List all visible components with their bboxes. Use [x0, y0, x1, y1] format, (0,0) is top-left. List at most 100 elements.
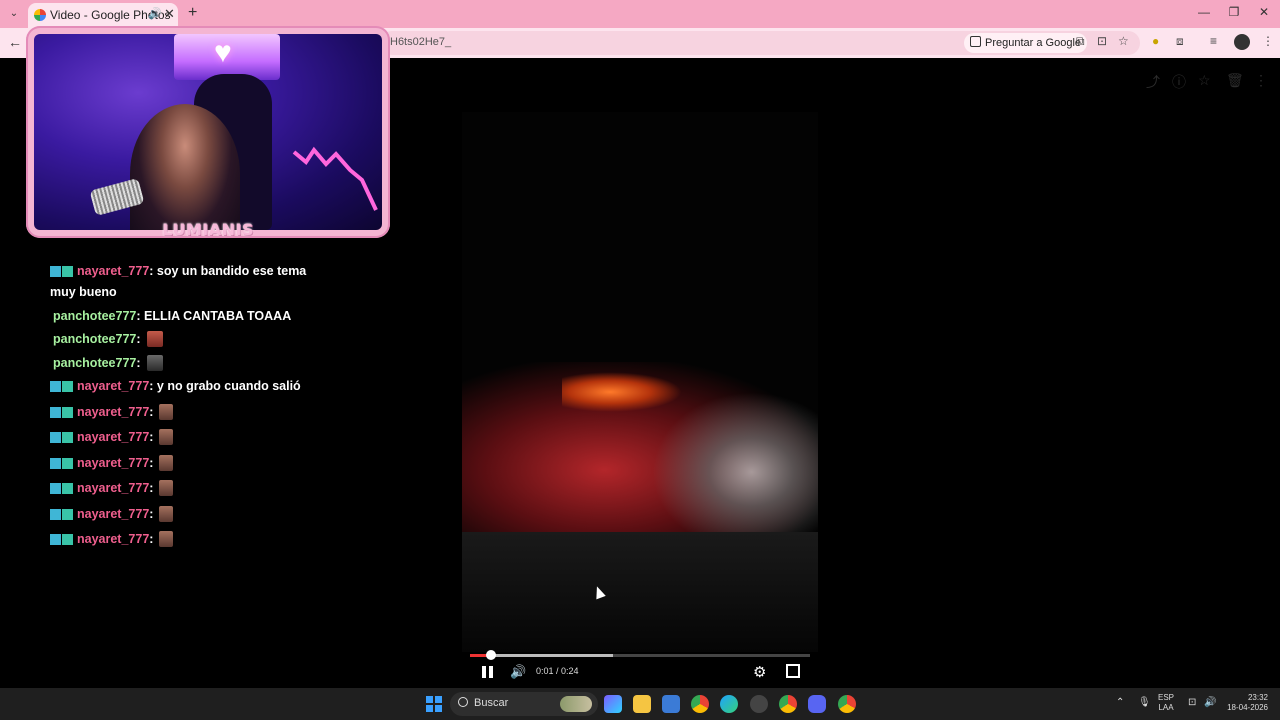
edge-icon[interactable]: [720, 695, 738, 713]
badge-icon: [50, 432, 61, 443]
copilot-app-icon[interactable]: [604, 695, 622, 713]
speaker-icon[interactable]: 🔊: [1204, 697, 1216, 708]
chat-message: nayaret_777: soy un bandido ese tema muy…: [50, 262, 310, 302]
progress-bar[interactable]: [470, 654, 810, 657]
menu-icon[interactable]: ⋮: [1262, 34, 1274, 48]
microphone-icon[interactable]: 🎙: [1138, 697, 1151, 708]
streamer-logo: LUMIANIS: [162, 220, 254, 239]
badge-icon: [62, 483, 73, 494]
delete-icon[interactable]: 🗑: [1226, 72, 1244, 89]
favorite-icon[interactable]: ☆: [1198, 72, 1211, 89]
translate-icon[interactable]: ⧉: [1076, 34, 1085, 49]
tab-strip: ⌄ Video - Google Photos 🔊 ✕ + — ❐ ✕: [0, 0, 1280, 28]
restore-button[interactable]: ❐: [1224, 5, 1244, 19]
photos-favicon: [34, 9, 46, 21]
chat-text: :: [149, 430, 154, 444]
address-bar[interactable]: H6ts02He7_ Preguntar a Google: [380, 31, 1140, 55]
back-button[interactable]: ←: [8, 34, 22, 50]
more-icon[interactable]: ⋮: [1254, 72, 1268, 89]
chat-text: :: [136, 332, 141, 346]
chat-text: :: [149, 481, 154, 495]
chat-text: :: [136, 355, 141, 370]
close-window-button[interactable]: ✕: [1254, 5, 1274, 19]
badge-icon: [50, 457, 61, 469]
webcam-overlay: ♥ LUMIANIS: [26, 26, 390, 239]
chrome-active-icon[interactable]: [838, 695, 856, 713]
tab-list-icon[interactable]: ⌄: [6, 6, 22, 22]
share-icon[interactable]: ⤴: [1146, 72, 1160, 92]
chat-username[interactable]: panchotee777: [53, 309, 136, 323]
chat-message: panchotee777:: [50, 354, 310, 373]
profile-avatar[interactable]: [1234, 34, 1250, 50]
stage-smoke: [652, 392, 818, 552]
progress-thumb[interactable]: [486, 650, 496, 660]
obs-icon[interactable]: [750, 695, 768, 713]
star-icon[interactable]: ☆: [1118, 34, 1129, 48]
chat-username[interactable]: nayaret_777: [77, 532, 149, 546]
tab-video-google-photos[interactable]: Video - Google Photos 🔊 ✕: [28, 3, 178, 28]
badge-icon: [62, 381, 73, 392]
ask-google-label: Preguntar a Google: [985, 37, 1082, 49]
chat-emote: [159, 403, 174, 420]
new-tab-button[interactable]: +: [188, 4, 197, 22]
badge-icon: [62, 432, 73, 443]
chat-username[interactable]: panchotee777: [53, 332, 136, 346]
keyboard-layout: LAA: [1158, 703, 1174, 712]
chat-username[interactable]: nayaret_777: [77, 379, 149, 393]
chat-panel: nayaret_777: soy un bandido ese tema muy…: [50, 262, 310, 556]
chat-username[interactable]: nayaret_777: [77, 481, 149, 495]
badge-icon: [50, 406, 61, 418]
store-icon[interactable]: [662, 695, 680, 713]
puzzle-icon[interactable]: ⧈: [1176, 34, 1184, 49]
chrome-profile-icon[interactable]: [779, 695, 797, 713]
badge-icon: [62, 534, 73, 545]
chat-username[interactable]: panchotee777: [53, 356, 136, 370]
chat-username[interactable]: nayaret_777: [77, 405, 149, 419]
language-indicator[interactable]: ESP LAA: [1158, 693, 1174, 713]
file-explorer-icon[interactable]: [633, 695, 651, 713]
chat-message: panchotee777: ELLIA CANTABA TOAAA: [50, 307, 310, 326]
tab-close-button[interactable]: ✕: [164, 6, 175, 22]
webcam-video: ♥: [34, 34, 382, 230]
chat-username[interactable]: nayaret_777: [77, 456, 149, 470]
badge-icon: [62, 457, 73, 469]
volume-icon[interactable]: 🔊: [510, 664, 526, 680]
badge-icon: [50, 508, 61, 520]
taskbar-search[interactable]: Buscar: [450, 692, 598, 716]
minimize-button[interactable]: —: [1194, 5, 1214, 19]
chat-username[interactable]: nayaret_777: [77, 264, 149, 278]
settings-icon[interactable]: ⚙: [753, 663, 766, 681]
media-icon[interactable]: ≡: [1210, 34, 1217, 48]
url-text: H6ts02He7_: [390, 36, 452, 48]
chat-emote: [146, 331, 163, 347]
chat-message: panchotee777:: [50, 330, 310, 349]
heart-icon: ♥: [214, 36, 232, 69]
ask-google-button[interactable]: Preguntar a Google: [964, 33, 1088, 53]
badge-icon: [62, 508, 73, 520]
chat-badges: [50, 481, 74, 500]
chat-username[interactable]: nayaret_777: [77, 430, 149, 444]
discord-icon[interactable]: [808, 695, 826, 713]
badge-icon: [62, 406, 73, 418]
video-frame[interactable]: [462, 112, 818, 652]
chat-message: nayaret_777:: [50, 403, 310, 424]
chat-badges: [50, 264, 74, 283]
audio-icon[interactable]: 🔊: [148, 7, 162, 20]
chat-text: :: [149, 404, 154, 419]
chevron-up-icon[interactable]: ⌃: [1116, 697, 1124, 708]
neon-light: [292, 146, 378, 211]
chat-username[interactable]: nayaret_777: [77, 507, 149, 521]
chat-text: : y no grabo cuando salió: [149, 379, 301, 393]
fullscreen-icon[interactable]: [786, 664, 800, 678]
extension-icon[interactable]: ●: [1152, 34, 1159, 48]
chat-emote: [159, 454, 174, 471]
info-icon[interactable]: ⓘ: [1172, 72, 1186, 92]
pause-icon[interactable]: [480, 664, 494, 680]
chat-emote: [146, 354, 163, 371]
chrome-icon[interactable]: [691, 695, 709, 713]
chat-text: :: [149, 455, 154, 470]
clock[interactable]: 23:32 18-04-2026: [1222, 693, 1268, 713]
windows-start-icon[interactable]: [426, 696, 442, 712]
network-icon[interactable]: ⊡: [1188, 697, 1196, 708]
install-icon[interactable]: ⊡: [1097, 34, 1107, 48]
